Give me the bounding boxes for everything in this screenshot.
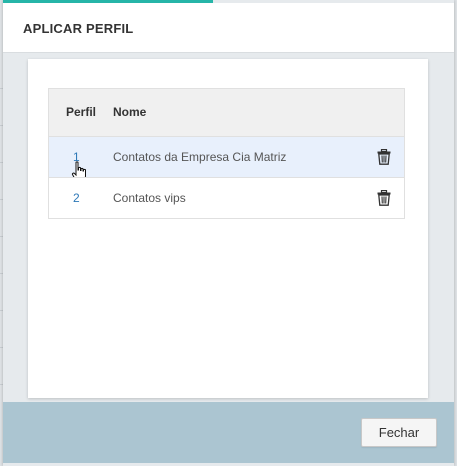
column-header-perfil: Perfil	[66, 105, 97, 119]
profile-name: Contatos da Empresa Cia Matriz	[113, 150, 287, 164]
table-header-row: Perfil Nome	[49, 89, 404, 137]
trash-icon[interactable]	[377, 149, 391, 165]
dialog-title: APLICAR PERFIL	[23, 21, 134, 36]
close-button[interactable]: Fechar	[361, 418, 437, 447]
apply-profile-dialog: APLICAR PERFIL Perfil Nome 1 Contatos da…	[3, 0, 454, 466]
table-row[interactable]: 1 Contatos da Empresa Cia Matriz	[49, 137, 404, 182]
table-row[interactable]: 2 Contatos vips	[49, 177, 404, 218]
dialog-footer: Fechar	[3, 402, 454, 463]
profiles-card: Perfil Nome 1 Contatos da Empresa Cia Ma…	[28, 59, 428, 398]
dialog-header: APLICAR PERFIL	[3, 3, 454, 53]
trash-icon[interactable]	[377, 190, 391, 206]
profiles-table: Perfil Nome 1 Contatos da Empresa Cia Ma…	[48, 88, 405, 219]
column-header-nome: Nome	[113, 105, 147, 119]
profile-number-link[interactable]: 2	[73, 191, 80, 205]
profile-name: Contatos vips	[113, 191, 186, 205]
